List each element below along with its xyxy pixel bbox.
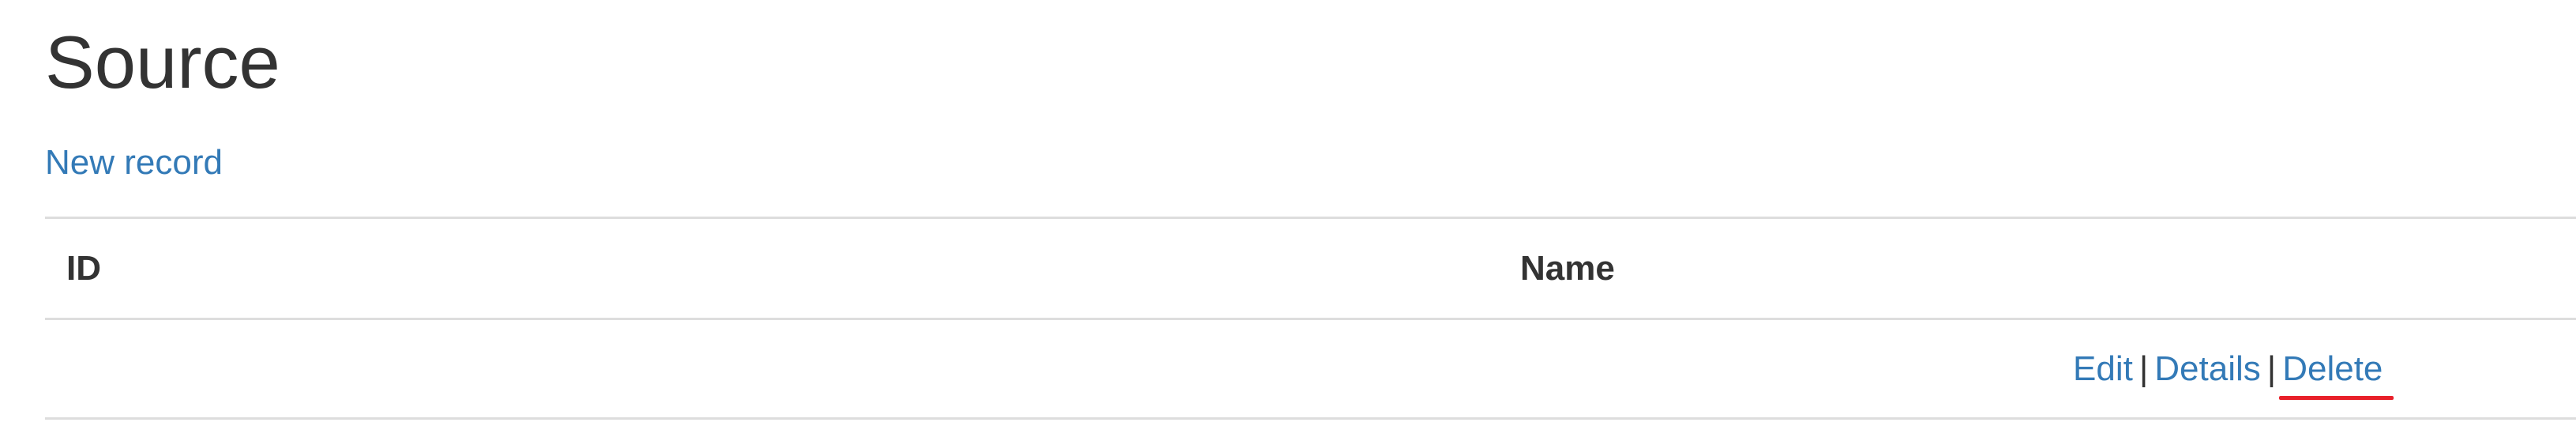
delete-link[interactable]: Delete <box>2282 349 2383 388</box>
row-name-cell <box>1499 319 2052 419</box>
records-table: ID Name Edit | Details | Delete <box>45 217 2576 420</box>
new-record-link[interactable]: New record <box>45 142 223 183</box>
row-id-cell <box>45 319 1499 419</box>
action-separator: | <box>2139 349 2149 388</box>
details-link[interactable]: Details <box>2154 349 2261 388</box>
source-index-page: Source New record ID Name Edit | Details | D… <box>0 0 2576 426</box>
table-header: ID Name <box>45 217 2576 319</box>
table-header-row: ID Name <box>45 217 2576 319</box>
column-header-actions <box>2052 218 2576 319</box>
table-body: Edit | Details | Delete <box>45 319 2576 419</box>
row-actions-cell: Edit | Details | Delete <box>2052 319 2576 419</box>
delete-link-highlight: Delete <box>2279 349 2394 400</box>
column-header-id: ID <box>66 248 101 288</box>
page-title: Source <box>45 21 280 104</box>
edit-link[interactable]: Edit <box>2073 349 2133 388</box>
column-header-name: Name <box>1520 248 1615 288</box>
action-separator: | <box>2266 349 2277 388</box>
table-row: Edit | Details | Delete <box>45 319 2576 419</box>
